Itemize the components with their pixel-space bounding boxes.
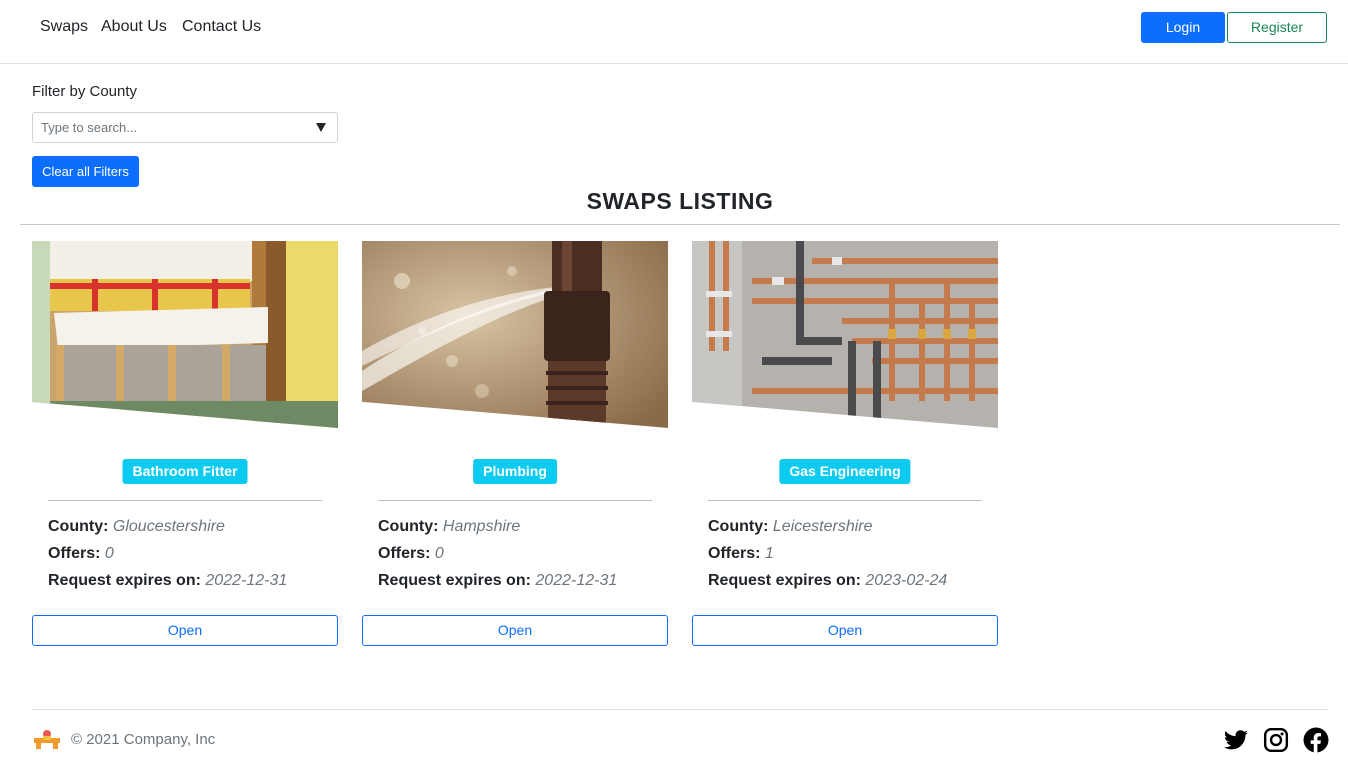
- expires-row: Request expires on: 2023-02-24: [708, 572, 947, 590]
- county-value: Gloucestershire: [112, 518, 225, 535]
- page-title: SWAPS LISTING: [586, 188, 774, 214]
- county-label: County:: [48, 518, 109, 535]
- card-divider: [48, 500, 322, 501]
- county-row: County: Hampshire: [378, 518, 520, 536]
- county-select[interactable]: [32, 112, 338, 143]
- expires-value: 2022-12-31: [535, 572, 618, 589]
- swap-card: Bathroom Fitter County: Gloucestershire …: [32, 241, 338, 647]
- category-badge: Gas Engineering: [779, 459, 911, 484]
- expires-value: 2023-02-24: [865, 572, 948, 589]
- leaking-pipe-image: [362, 241, 668, 428]
- open-button[interactable]: Open: [692, 615, 998, 646]
- swap-card: Gas Engineering County: Leicestershire O…: [692, 241, 998, 647]
- offers-row: Offers: 1: [708, 545, 774, 563]
- offers-row: Offers: 0: [378, 545, 444, 563]
- expires-row: Request expires on: 2022-12-31: [378, 572, 617, 590]
- offers-label: Offers:: [708, 545, 761, 562]
- expires-label: Request expires on:: [48, 572, 201, 589]
- offers-label: Offers:: [48, 545, 101, 562]
- card-divider: [378, 500, 652, 501]
- expires-label: Request expires on:: [378, 572, 531, 589]
- open-button[interactable]: Open: [362, 615, 668, 646]
- login-button[interactable]: Login: [1141, 12, 1225, 43]
- caret-down-icon[interactable]: [316, 123, 326, 132]
- filter-by-county-label: Filter by County: [32, 83, 138, 100]
- offers-label: Offers:: [378, 545, 431, 562]
- county-search-input[interactable]: [41, 113, 301, 142]
- twitter-icon[interactable]: [1223, 727, 1249, 753]
- offers-value: 1: [764, 545, 774, 562]
- divider: [20, 224, 1340, 225]
- county-label: County:: [708, 518, 769, 535]
- bathroom-image: [32, 241, 338, 428]
- offers-value: 0: [434, 545, 444, 562]
- copper-pipes-image: [692, 241, 998, 428]
- swap-card: Plumbing County: Hampshire Offers: 0 Req…: [362, 241, 668, 647]
- nav-link-contact-us[interactable]: Contact Us: [182, 18, 261, 36]
- copyright-text: © 2021 Company, Inc: [71, 731, 216, 748]
- nav-link-swaps[interactable]: Swaps: [40, 18, 88, 36]
- nav-link-about-us[interactable]: About Us: [101, 18, 167, 36]
- county-value: Leicestershire: [772, 518, 873, 535]
- county-label: County:: [378, 518, 439, 535]
- county-row: County: Leicestershire: [708, 518, 873, 536]
- company-logo-icon[interactable]: [32, 728, 62, 755]
- offers-value: 0: [104, 545, 114, 562]
- facebook-icon[interactable]: [1303, 727, 1329, 753]
- county-row: County: Gloucestershire: [48, 518, 225, 536]
- clear-filters-button[interactable]: Clear all Filters: [32, 156, 139, 187]
- card-divider: [708, 500, 982, 501]
- expires-value: 2022-12-31: [205, 572, 288, 589]
- footer-divider: [32, 709, 1328, 710]
- category-badge: Plumbing: [473, 459, 557, 484]
- instagram-icon[interactable]: [1263, 727, 1289, 753]
- expires-row: Request expires on: 2022-12-31: [48, 572, 287, 590]
- category-badge: Bathroom Fitter: [122, 459, 248, 484]
- offers-row: Offers: 0: [48, 545, 114, 563]
- register-button[interactable]: Register: [1227, 12, 1327, 43]
- open-button[interactable]: Open: [32, 615, 338, 646]
- county-value: Hampshire: [442, 518, 521, 535]
- expires-label: Request expires on:: [708, 572, 861, 589]
- navbar: Swaps About Us Contact Us Login Register: [0, 0, 1348, 64]
